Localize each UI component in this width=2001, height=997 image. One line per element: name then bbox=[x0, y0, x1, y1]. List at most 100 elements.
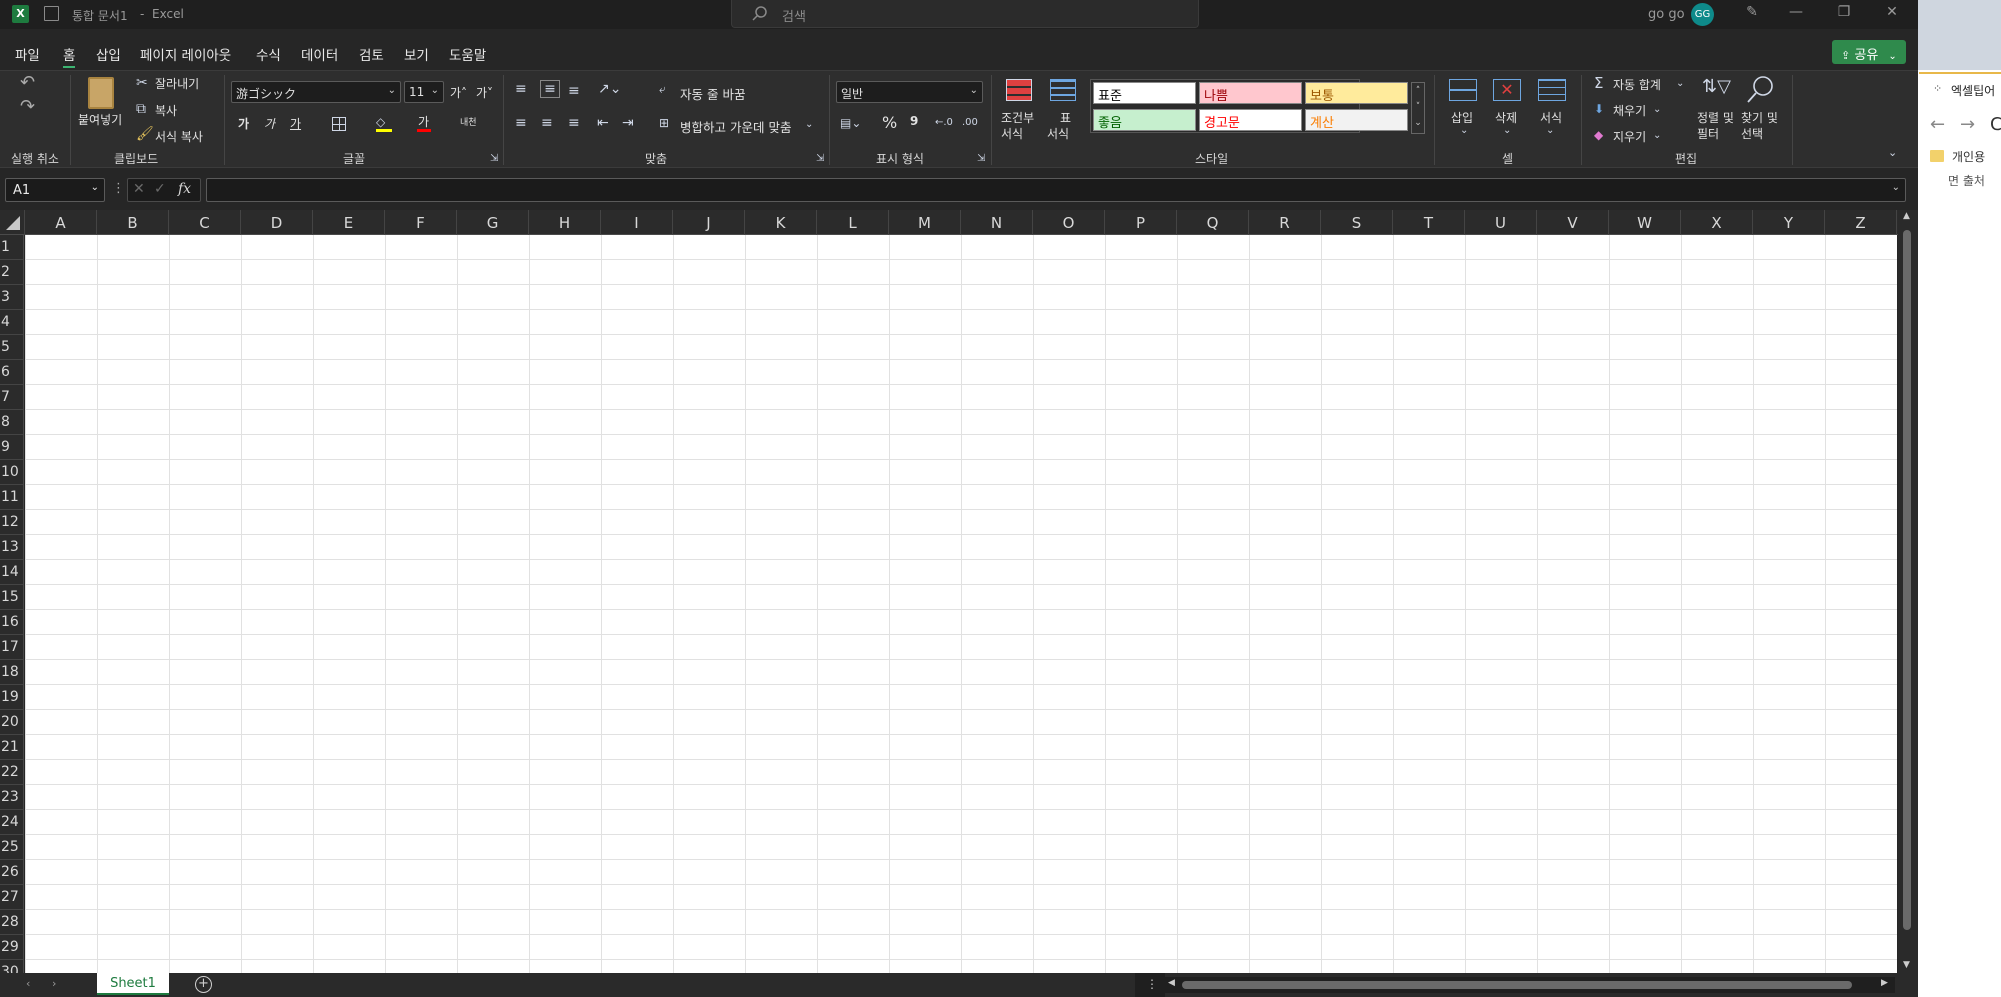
avatar[interactable]: GG bbox=[1691, 3, 1714, 26]
row-header[interactable]: 5 bbox=[0, 335, 23, 360]
row-header[interactable]: 18 bbox=[0, 660, 23, 685]
row-header[interactable]: 27 bbox=[0, 885, 23, 910]
user-name[interactable]: go go bbox=[1648, 7, 1685, 22]
menu-help[interactable]: 도움말 bbox=[449, 44, 486, 64]
find-select-button[interactable]: 찾기 및 bbox=[1741, 109, 1778, 126]
forward-icon[interactable]: → bbox=[1960, 114, 1975, 135]
format-as-table-button[interactable]: 표 bbox=[1060, 109, 1071, 126]
italic-button[interactable]: 가 bbox=[264, 115, 275, 132]
name-box[interactable]: A1 ⌄ bbox=[5, 178, 105, 202]
bookmark-folder-label[interactable]: 개인용 bbox=[1952, 148, 1985, 165]
row-header[interactable]: 14 bbox=[0, 560, 23, 585]
column-header[interactable]: G bbox=[457, 210, 529, 235]
sort-filter-button[interactable]: 정렬 및 bbox=[1697, 109, 1734, 126]
clear-button[interactable]: 지우기 bbox=[1613, 128, 1646, 145]
find-select-button-line2[interactable]: 선택 bbox=[1741, 125, 1763, 142]
column-header[interactable]: V bbox=[1537, 210, 1609, 235]
chevron-down-icon[interactable]: ⌄ bbox=[1653, 128, 1661, 144]
row-header[interactable]: 29 bbox=[0, 935, 23, 960]
column-header[interactable]: N bbox=[961, 210, 1033, 235]
bold-button[interactable]: 가 bbox=[238, 115, 249, 132]
reload-icon[interactable]: C bbox=[1990, 114, 2001, 135]
font-name-select[interactable]: 游ゴシック ⌄ bbox=[231, 81, 401, 103]
column-header[interactable]: P bbox=[1105, 210, 1177, 235]
minimize-button[interactable]: — bbox=[1784, 4, 1808, 24]
column-header[interactable]: B bbox=[97, 210, 169, 235]
next-sheet-icon[interactable]: › bbox=[52, 977, 56, 990]
scroll-down-icon[interactable]: ▼ bbox=[1903, 960, 1910, 970]
row-header[interactable]: 12 bbox=[0, 510, 23, 535]
row-header[interactable]: 24 bbox=[0, 810, 23, 835]
column-header[interactable]: T bbox=[1393, 210, 1465, 235]
enter-icon[interactable]: ✓ bbox=[154, 181, 166, 197]
autosum-button[interactable]: 자동 합계 bbox=[1613, 76, 1661, 93]
row-header[interactable]: 11 bbox=[0, 485, 23, 510]
share-button[interactable]: ⇪ 공유 ⌄ bbox=[1832, 40, 1906, 64]
align-left-icon[interactable]: ≡ bbox=[515, 115, 527, 131]
row-header[interactable]: 1 bbox=[0, 235, 23, 260]
grow-font-button[interactable]: 가˄ bbox=[450, 84, 467, 101]
comma-button[interactable]: 9 bbox=[910, 114, 918, 128]
horizontal-scroll-thumb[interactable] bbox=[1182, 981, 1852, 989]
chevron-down-icon[interactable]: ⌄ bbox=[1653, 102, 1661, 118]
row-header[interactable]: 13 bbox=[0, 535, 23, 560]
undo-icon[interactable]: ↶ bbox=[20, 74, 35, 92]
merge-center-button[interactable]: 병합하고 가운데 맞춤 bbox=[680, 117, 791, 136]
search-box[interactable]: 검색 bbox=[731, 0, 1199, 28]
font-color-button[interactable]: 가 bbox=[418, 113, 429, 130]
column-header[interactable]: O bbox=[1033, 210, 1105, 235]
row-header[interactable]: 23 bbox=[0, 785, 23, 810]
align-bottom-icon[interactable]: ≡ bbox=[568, 83, 580, 99]
column-header[interactable]: I bbox=[601, 210, 673, 235]
column-header[interactable]: U bbox=[1465, 210, 1537, 235]
column-header[interactable]: K bbox=[745, 210, 817, 235]
row-header[interactable]: 6 bbox=[0, 360, 23, 385]
vertical-scroll-thumb[interactable] bbox=[1903, 230, 1911, 930]
shrink-font-button[interactable]: 가˅ bbox=[476, 84, 493, 101]
paste-icon[interactable] bbox=[88, 77, 114, 109]
copy-button[interactable]: 복사 bbox=[155, 102, 177, 119]
row-header[interactable]: 8 bbox=[0, 410, 23, 435]
active-cell-A1[interactable] bbox=[25, 235, 97, 260]
align-center-icon[interactable]: ≡ bbox=[541, 115, 553, 131]
row-header[interactable]: 22 bbox=[0, 760, 23, 785]
menu-formulas[interactable]: 수식 bbox=[256, 44, 281, 64]
cancel-icon[interactable]: ✕ bbox=[133, 181, 145, 197]
wrap-text-button[interactable]: 자동 줄 바꿈 bbox=[680, 84, 745, 103]
scroll-left-icon[interactable]: ◀ bbox=[1168, 978, 1175, 988]
row-header[interactable]: 10 bbox=[0, 460, 23, 485]
dialog-launcher-icon[interactable]: ⇲ bbox=[977, 151, 985, 167]
paste-button[interactable]: 붙여넣기 bbox=[78, 111, 122, 128]
sheet-tab-sheet1[interactable]: Sheet1 bbox=[97, 973, 169, 995]
back-icon[interactable]: ← bbox=[1930, 114, 1945, 135]
row-header[interactable]: 30 bbox=[0, 960, 23, 973]
accounting-format-icon[interactable]: ▤⌄ bbox=[840, 115, 861, 131]
style-warning[interactable]: 경고문 bbox=[1199, 109, 1302, 131]
restore-button[interactable]: ❐ bbox=[1832, 4, 1856, 24]
style-bad[interactable]: 나쁨 bbox=[1199, 82, 1302, 104]
cell-grid[interactable] bbox=[25, 235, 1897, 973]
redo-icon[interactable]: ↷ bbox=[20, 98, 35, 116]
row-header[interactable]: 20 bbox=[0, 710, 23, 735]
dialog-launcher-icon[interactable]: ⇲ bbox=[490, 151, 498, 167]
collapse-ribbon-icon[interactable]: ⌄ bbox=[1888, 145, 1897, 161]
menu-review[interactable]: 검토 bbox=[359, 44, 384, 64]
underline-button[interactable]: 가 bbox=[290, 115, 301, 132]
row-header[interactable]: 7 bbox=[0, 385, 23, 410]
select-all-button[interactable] bbox=[0, 210, 25, 235]
column-header[interactable]: H bbox=[529, 210, 601, 235]
column-header[interactable]: Z bbox=[1825, 210, 1897, 235]
menu-view[interactable]: 보기 bbox=[404, 44, 429, 64]
column-header[interactable]: J bbox=[673, 210, 745, 235]
column-header[interactable]: S bbox=[1321, 210, 1393, 235]
menu-page-layout[interactable]: 페이지 레이아웃 bbox=[140, 44, 231, 64]
decrease-decimal-icon[interactable]: .00 bbox=[962, 115, 978, 131]
prev-sheet-icon[interactable]: ‹ bbox=[26, 977, 30, 990]
fill-color-icon[interactable]: ◇ bbox=[376, 115, 392, 132]
formula-input[interactable]: ⌄ bbox=[206, 178, 1906, 202]
format-painter-button[interactable]: 서식 복사 bbox=[155, 128, 203, 145]
column-header[interactable]: E bbox=[313, 210, 385, 235]
decrease-indent-icon[interactable]: ⇤ bbox=[597, 115, 609, 131]
row-header[interactable]: 28 bbox=[0, 910, 23, 935]
align-middle-icon[interactable]: ≡ bbox=[540, 80, 560, 98]
